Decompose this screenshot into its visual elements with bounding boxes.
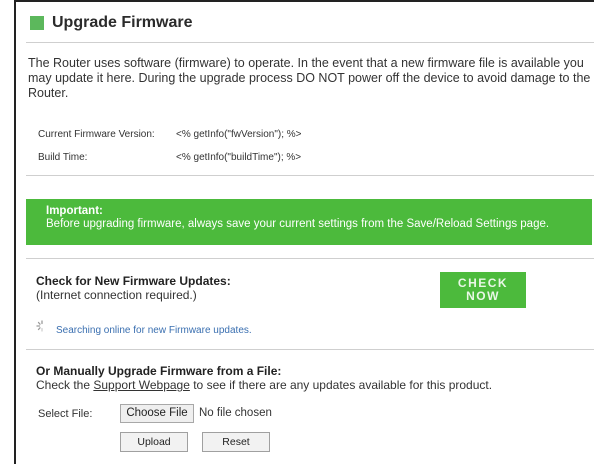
important-text: Before upgrading firmware, always save y… <box>46 218 550 230</box>
select-file-label: Select File: <box>38 408 93 420</box>
check-updates-title: Check for New Firmware Updates: <box>36 274 231 288</box>
firmware-version-label: Current Firmware Version: <box>38 129 155 140</box>
upload-button[interactable]: Upload <box>120 432 188 452</box>
build-time-value: <% getInfo("buildTime"); %> <box>176 152 302 163</box>
title-marker-icon <box>30 16 44 30</box>
check-now-line2: NOW <box>466 289 500 303</box>
intro-text: The Router uses software (firmware) to o… <box>28 56 591 100</box>
choose-file-button[interactable]: Choose File <box>120 404 194 423</box>
file-status: No file chosen <box>199 407 272 419</box>
important-banner: Important: Before upgrading firmware, al… <box>26 199 592 245</box>
firmware-version-value: <% getInfo("fwVersion"); %> <box>176 129 302 140</box>
loading-spinner-icon <box>36 320 48 335</box>
important-title: Important: <box>46 205 103 217</box>
support-webpage-link[interactable]: Support Webpage <box>93 378 190 392</box>
searching-status: Searching online for new Firmware update… <box>56 325 252 336</box>
manual-text-after: to see if there are any updates availabl… <box>189 378 493 392</box>
check-updates-subtitle: (Internet connection required.) <box>36 288 197 302</box>
banner-divider <box>26 258 594 259</box>
manual-upgrade-title: Or Manually Upgrade Firmware from a File… <box>36 364 282 378</box>
check-divider <box>26 349 594 350</box>
page-title: Upgrade Firmware <box>52 14 193 31</box>
page-header: Upgrade Firmware <box>30 14 192 32</box>
header-divider <box>26 42 594 43</box>
firmware-panel: Upgrade Firmware The Router uses softwar… <box>14 0 594 464</box>
manual-upgrade-text: Check the Support Webpage to see if ther… <box>36 378 492 392</box>
info-divider <box>26 175 594 176</box>
reset-button[interactable]: Reset <box>202 432 270 452</box>
build-time-label: Build Time: <box>38 152 88 163</box>
manual-text-before: Check the <box>36 378 94 392</box>
check-now-button[interactable]: CHECK NOW <box>440 272 526 308</box>
